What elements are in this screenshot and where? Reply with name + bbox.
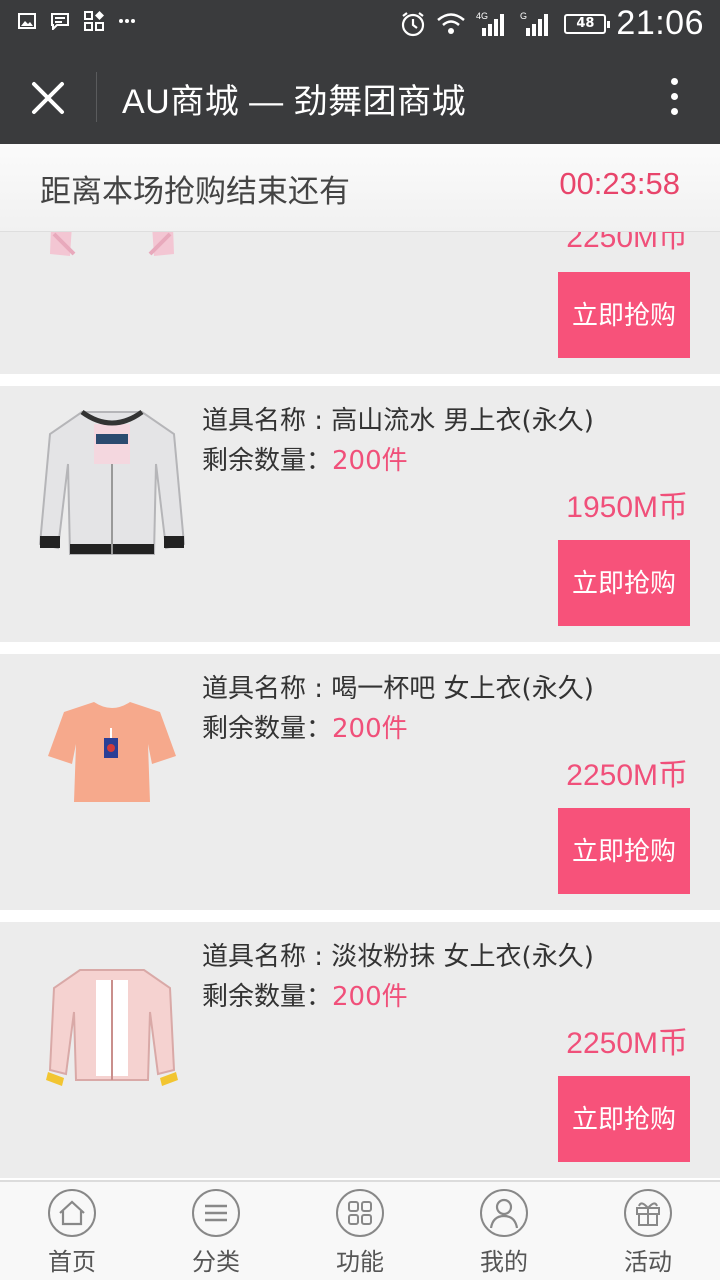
home-icon [48,1189,96,1237]
product-card: 道具名称 : 高山流水 男上衣(永久) 剩余数量：200件 1950M币 立即抢… [0,386,720,654]
signal-g-icon: G [520,11,549,36]
alarm-icon [402,11,425,36]
nav-label: 首页 [48,1248,96,1276]
user-icon [480,1189,528,1237]
nav-item-mine[interactable]: 我的 [432,1182,576,1280]
countdown-bar: 距离本场抢购结束还有 00:23:58 [0,144,720,232]
grid-icon [336,1189,384,1237]
product-quantity: 剩余数量：200件 [202,440,408,477]
status-bar: 4G G 48 21:06 [0,0,720,50]
product-card: 道具名称 : 淡妆粉抹 女上衣(永久) 剩余数量：200件 2250M币 立即抢… [0,922,720,1180]
product-name: 道具名称 : 淡妆粉抹 女上衣(永久) [202,942,594,972]
buy-now-button[interactable]: 立即抢购 [558,272,690,358]
product-list[interactable]: 2250M币 立即抢购 道具名称 : 高山流水 男上衣(永久) 剩余数量：200… [0,232,720,1180]
product-card: 道具名称 : 喝一杯吧 女上衣(永久) 剩余数量：200件 2250M币 立即抢… [0,654,720,922]
battery-indicator: 48 [564,13,611,34]
quantity-label: 剩余数量： [202,714,333,744]
buy-now-button[interactable]: 立即抢购 [558,540,690,626]
quantity-label: 剩余数量： [202,982,333,1012]
product-card-partial: 2250M币 立即抢购 [0,232,720,386]
nav-item-features[interactable]: 功能 [288,1182,432,1280]
buy-now-button[interactable]: 立即抢购 [558,808,690,894]
signal-4g-icon: 4G [476,11,505,36]
title-divider [96,72,97,122]
product-price: 2250M币 [566,759,688,792]
white-jacket-image [38,409,186,555]
peach-tshirt-image [48,702,176,802]
quantity-value: 200件 [332,982,408,1012]
message-notification-icon [51,13,69,30]
menu-icon [192,1189,240,1237]
product-name: 道具名称 : 喝一杯吧 女上衣(永久) [202,674,594,704]
nav-item-home[interactable]: 首页 [0,1182,144,1280]
network-g-label: G [520,11,527,21]
quantity-value: 200件 [332,446,408,476]
bottom-navigation: 首页 分类 功能 我的 活动 [0,1180,720,1280]
product-price: 1950M币 [566,491,688,524]
nav-item-activity[interactable]: 活动 [576,1182,720,1280]
countdown-label: 距离本场抢购结束还有 [40,174,350,210]
title-bar: AU商城 — 劲舞团商城 [0,50,720,144]
pink-jacket-image [46,969,178,1086]
nav-label: 功能 [336,1248,384,1276]
countdown-timer: 00:23:58 [559,166,680,201]
clock: 21:06 [616,4,704,42]
product-quantity: 剩余数量：200件 [202,708,408,745]
wifi-icon [437,12,466,34]
nav-label: 活动 [624,1248,672,1276]
nav-label: 我的 [480,1248,528,1276]
product-price: 2250M币 [566,1027,688,1060]
nav-item-category[interactable]: 分类 [144,1182,288,1280]
product-price: 2250M币 [566,232,688,254]
product-name: 道具名称 : 高山流水 男上衣(永久) [202,406,594,436]
network-4g-label: 4G [476,11,488,21]
more-notifications-icon [119,19,135,23]
quantity-value: 200件 [332,714,408,744]
nav-label: 分类 [192,1248,240,1276]
buy-now-button[interactable]: 立即抢购 [558,1076,690,1162]
gift-icon [624,1189,672,1237]
quantity-label: 剩余数量： [202,446,333,476]
page-title: AU商城 — 劲舞团商城 [122,83,467,121]
more-options-icon[interactable] [668,78,680,118]
product-quantity: 剩余数量：200件 [202,976,408,1013]
gallery-notification-icon [18,13,36,29]
pink-hoodie-image [50,232,174,256]
close-icon[interactable] [26,76,70,120]
apps-notification-icon [84,11,104,31]
